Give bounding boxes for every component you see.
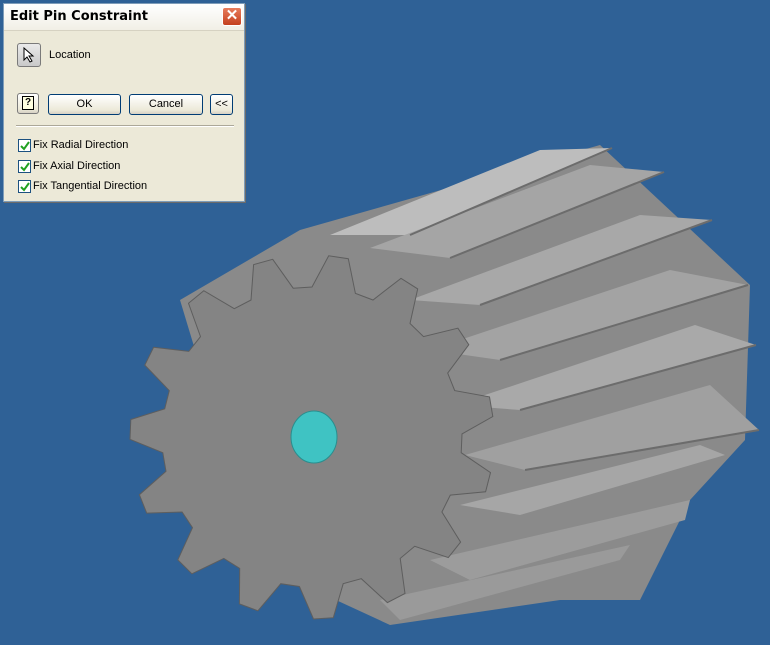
location-select-button[interactable] [17, 43, 41, 67]
pin-hole[interactable] [290, 410, 338, 464]
fix-tangential-checkbox[interactable] [18, 180, 31, 193]
help-button[interactable]: ? [17, 93, 39, 114]
fix-radial-checkbox[interactable] [18, 139, 31, 152]
collapse-button[interactable]: << [210, 94, 233, 115]
cursor-arrow-icon [23, 47, 35, 63]
dialog-titlebar[interactable]: Edit Pin Constraint ✕ [4, 4, 244, 31]
cancel-button[interactable]: Cancel [129, 94, 203, 115]
ok-button[interactable]: OK [48, 94, 121, 115]
checkmark-icon [20, 162, 30, 172]
edit-pin-constraint-dialog: Edit Pin Constraint ✕ Location ? OK Canc… [3, 3, 245, 202]
checkmark-icon [20, 141, 30, 151]
location-label: Location [49, 49, 91, 61]
close-icon: ✕ [225, 7, 239, 24]
fix-axial-checkbox[interactable] [18, 160, 31, 173]
checkmark-icon [20, 182, 30, 192]
fix-radial-label: Fix Radial Direction [33, 139, 129, 151]
fix-axial-label: Fix Axial Direction [33, 160, 121, 172]
fix-tangential-label: Fix Tangential Direction [33, 180, 148, 192]
help-icon: ? [22, 96, 34, 110]
divider [16, 125, 234, 127]
dialog-title: Edit Pin Constraint [10, 9, 148, 24]
close-button[interactable]: ✕ [222, 7, 242, 26]
